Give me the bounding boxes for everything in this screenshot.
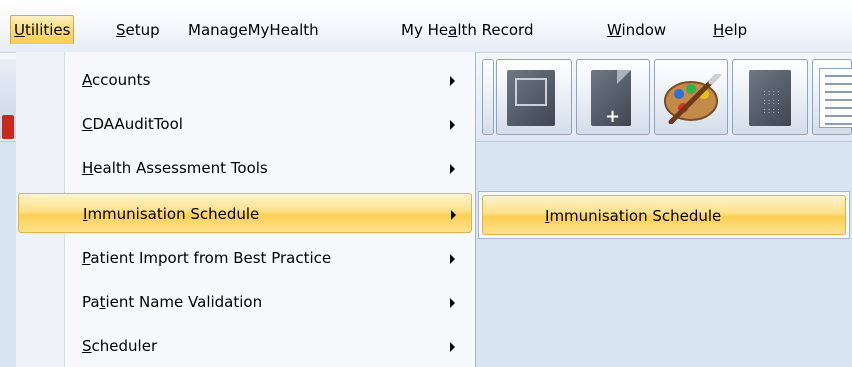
arrow-right-icon: [450, 342, 455, 352]
menu-item-label: Patient Import from Best Practice: [82, 249, 332, 267]
menu-item-accounts[interactable]: Accounts: [18, 60, 472, 100]
menu-mnemonic: H: [713, 21, 725, 39]
document-fold: [617, 70, 631, 84]
menu-item-immunisation-schedule[interactable]: Immunisation Schedule: [18, 193, 472, 233]
menu-mnemonic: W: [607, 21, 622, 39]
menu-mnemonic: a: [448, 21, 458, 39]
menu-help[interactable]: Help: [710, 17, 750, 43]
submenu-item-immunisation-schedule[interactable]: Immunisation Schedule: [482, 195, 846, 235]
toolbar-button-document[interactable]: [496, 59, 572, 135]
menu-bar: Utilities Setup ManageMyHealth My Health…: [0, 0, 852, 53]
toolbar-button-palette[interactable]: [654, 59, 728, 135]
arrow-right-icon: [450, 164, 455, 174]
menu-setup[interactable]: Setup: [113, 17, 163, 43]
menu-item-health-assessment-tools[interactable]: Health Assessment Tools: [18, 148, 472, 188]
menu-my-health-record[interactable]: My Health Record: [398, 17, 536, 43]
arrow-right-icon: [450, 76, 455, 86]
menu-mnemonic: S: [116, 21, 126, 39]
menu-item-label: CDAAuditTool: [82, 115, 183, 133]
menu-item-label: Health Assessment Tools: [82, 159, 268, 177]
submenu-item-label: Immunisation Schedule: [545, 207, 722, 225]
menu-item-patient-name-validation[interactable]: Patient Name Validation: [18, 282, 472, 322]
menu-label-part: tilities: [24, 21, 71, 39]
grid-dots: ::::::::::::: [763, 88, 782, 115]
toolbar-button-partial[interactable]: [482, 59, 494, 135]
new-document-icon: +: [591, 70, 631, 126]
menu-label-part: eMyHealth: [238, 21, 319, 39]
toolbar-button-new-document[interactable]: +: [576, 59, 650, 135]
report-icon: [819, 68, 852, 128]
document-lines: [515, 78, 547, 106]
paint-palette-icon: [664, 74, 721, 124]
arrow-right-icon: [450, 254, 455, 264]
menu-label-part: Mana: [188, 21, 229, 39]
menu-managemyhealth[interactable]: ManageMyHealth: [185, 17, 322, 43]
arrow-right-icon: [451, 210, 456, 220]
menu-window[interactable]: Window: [604, 17, 669, 43]
toolbar-button-grid[interactable]: ::::::::::::: [732, 59, 808, 135]
menu-item-patient-import[interactable]: Patient Import from Best Practice: [18, 238, 472, 278]
menu-mnemonic: g: [228, 21, 239, 39]
immunisation-submenu: Immunisation Schedule: [478, 191, 850, 239]
menu-item-cdaaudittool[interactable]: CDAAuditTool: [18, 104, 472, 144]
toolbar-left-strip: [0, 59, 16, 139]
grid-icon: ::::::::::::: [749, 70, 791, 126]
utilities-dropdown: Accounts CDAAuditTool Health Assessment …: [16, 52, 476, 367]
menu-item-label: Scheduler: [82, 337, 158, 355]
menu-label-part: elp: [724, 21, 748, 39]
menu-item-label: Patient Name Validation: [82, 293, 263, 311]
arrow-right-icon: [450, 298, 455, 308]
menu-label-part: My He: [401, 21, 449, 39]
menu-item-scheduler[interactable]: Scheduler: [18, 326, 472, 366]
menu-label-part: indow: [621, 21, 667, 39]
plus-icon: +: [605, 106, 621, 127]
toolbar-button-report[interactable]: [812, 59, 852, 135]
menu-utilities[interactable]: Utilities: [10, 15, 75, 44]
menu-item-label: Immunisation Schedule: [83, 205, 260, 223]
menu-item-label: Accounts: [82, 71, 151, 89]
menu-mnemonic: U: [14, 21, 25, 39]
menu-label-part: etup: [125, 21, 160, 39]
arrow-right-icon: [450, 120, 455, 130]
menu-label-part: lth Record: [457, 21, 534, 39]
red-marker-icon: [2, 115, 14, 139]
document-icon: [507, 70, 555, 126]
